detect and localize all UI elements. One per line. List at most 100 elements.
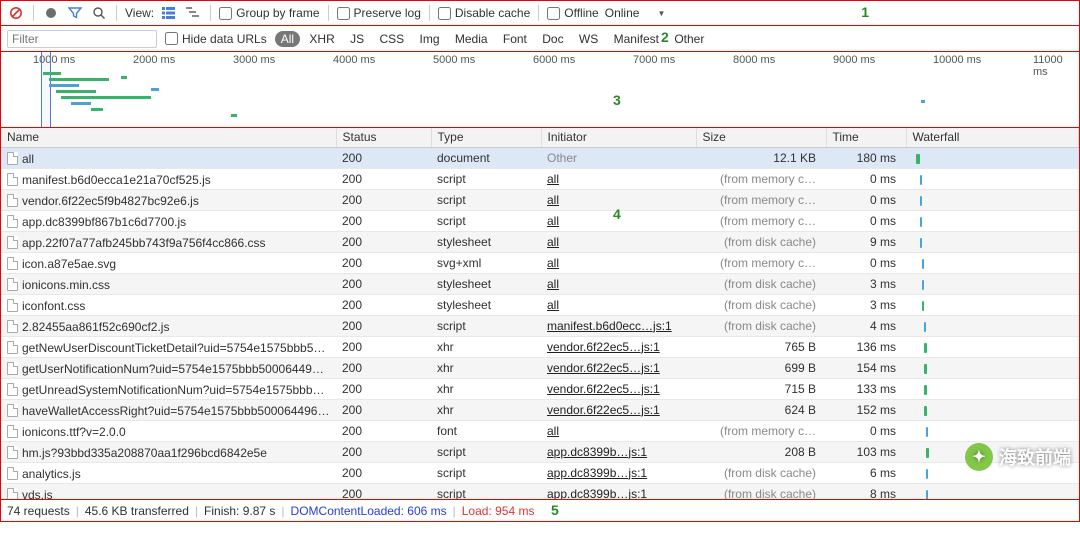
throttling-dropdown[interactable]: Online ▼ [605, 6, 666, 20]
disable-cache-checkbox[interactable]: Disable cache [438, 6, 530, 20]
cell-status: 200 [336, 441, 431, 462]
file-icon [7, 467, 18, 480]
search-icon[interactable] [90, 4, 108, 22]
filter-chip-css[interactable]: CSS [373, 31, 410, 47]
filter-chip-manifest[interactable]: Manifest [608, 31, 665, 47]
filter-chip-font[interactable]: Font [497, 31, 533, 47]
cell-initiator[interactable]: manifest.b6d0ecc…js:1 [541, 315, 696, 336]
cell-initiator[interactable]: all [541, 420, 696, 441]
cell-type: xhr [431, 378, 541, 399]
table-row[interactable]: analytics.js200scriptapp.dc8399b…js:1(fr… [1, 462, 1079, 483]
cell-name: getUnreadSystemNotificationNum?uid=5754e… [1, 378, 336, 399]
filter-chip-doc[interactable]: Doc [536, 31, 569, 47]
cell-waterfall [906, 231, 1079, 252]
table-row[interactable]: hm.js?93bbd335a208870aa1f296bcd6842e5e20… [1, 441, 1079, 462]
table-row[interactable]: iconfont.css200stylesheetall(from disk c… [1, 294, 1079, 315]
waterfall-bar [926, 448, 929, 458]
column-type[interactable]: Type [431, 128, 541, 147]
cell-initiator[interactable]: vendor.6f22ec5…js:1 [541, 357, 696, 378]
group-by-frame-checkbox[interactable]: Group by frame [219, 6, 319, 20]
timeline-tick: 8000 ms [733, 54, 775, 66]
table-row[interactable]: 2.82455aa861f52c690cf2.js200scriptmanife… [1, 315, 1079, 336]
cell-initiator[interactable]: vendor.6f22ec5…js:1 [541, 378, 696, 399]
filter-chip-xhr[interactable]: XHR [303, 31, 340, 47]
table-row[interactable]: haveWalletAccessRight?uid=5754e1575bbb50… [1, 399, 1079, 420]
table-row[interactable]: manifest.b6d0ecca1e21a70cf525.js200scrip… [1, 168, 1079, 189]
filter-chip-media[interactable]: Media [449, 31, 494, 47]
label: Disable cache [455, 6, 530, 20]
table-row[interactable]: getNewUserDiscountTicketDetail?uid=5754e… [1, 336, 1079, 357]
cell-initiator[interactable]: app.dc8399b…js:1 [541, 483, 696, 500]
record-icon[interactable] [42, 4, 60, 22]
column-size[interactable]: Size [696, 128, 826, 147]
waterfall-bar [926, 490, 928, 500]
filter-chip-all[interactable]: All [275, 31, 300, 47]
table-row[interactable]: vds.js200scriptapp.dc8399b…js:1(from dis… [1, 483, 1079, 500]
cell-initiator[interactable]: app.dc8399b…js:1 [541, 462, 696, 483]
column-status[interactable]: Status [336, 128, 431, 147]
cell-initiator[interactable]: vendor.6f22ec5…js:1 [541, 336, 696, 357]
cell-type: svg+xml [431, 252, 541, 273]
cell-waterfall [906, 420, 1079, 441]
filter-chip-other[interactable]: Other [668, 31, 710, 47]
cell-status: 200 [336, 378, 431, 399]
cell-name: app.22f07a77afb245bb743f9a756f4cc866.css [1, 231, 336, 252]
cell-time: 4 ms [826, 315, 906, 336]
cell-waterfall [906, 252, 1079, 273]
cell-time: 0 ms [826, 168, 906, 189]
hide-data-urls-checkbox[interactable]: Hide data URLs [165, 32, 267, 46]
table-row[interactable]: app.dc8399bf867b1c6d7700.js200scriptall(… [1, 210, 1079, 231]
cell-time: 103 ms [826, 441, 906, 462]
offline-checkbox[interactable]: Offline [547, 6, 598, 20]
column-waterfall[interactable]: Waterfall [906, 128, 1079, 147]
column-name[interactable]: Name [1, 128, 336, 147]
cell-initiator[interactable]: all [541, 252, 696, 273]
view-label: View: [125, 6, 154, 20]
column-time[interactable]: Time [826, 128, 906, 147]
cell-initiator[interactable]: vendor.6f22ec5…js:1 [541, 399, 696, 420]
table-row[interactable]: ionicons.ttf?v=2.0.0200fontall(from memo… [1, 420, 1079, 441]
table-row[interactable]: icon.a87e5ae.svg200svg+xmlall(from memor… [1, 252, 1079, 273]
cell-status: 200 [336, 399, 431, 420]
table-row[interactable]: vendor.6f22ec5f9b4827bc92e6.js200scripta… [1, 189, 1079, 210]
cell-status: 200 [336, 210, 431, 231]
filter-input[interactable] [7, 30, 157, 48]
cell-initiator[interactable]: all [541, 231, 696, 252]
cell-initiator[interactable]: all [541, 273, 696, 294]
filter-chip-js[interactable]: JS [344, 31, 370, 47]
stop-recording-icon[interactable] [7, 4, 25, 22]
separator [429, 5, 430, 21]
file-icon [7, 257, 18, 270]
cell-initiator[interactable]: all [541, 294, 696, 315]
table-row[interactable]: app.22f07a77afb245bb743f9a756f4cc866.css… [1, 231, 1079, 252]
table-row[interactable]: all200documentOther12.1 KB180 ms [1, 147, 1079, 168]
cell-waterfall [906, 210, 1079, 231]
separator [116, 5, 117, 21]
waterfall-bar [924, 343, 927, 353]
table-row[interactable]: getUnreadSystemNotificationNum?uid=5754e… [1, 378, 1079, 399]
filter-chip-ws[interactable]: WS [573, 31, 604, 47]
waterfall-bar [920, 175, 922, 185]
file-icon [7, 320, 18, 333]
view-list-icon[interactable] [160, 4, 178, 22]
cell-initiator[interactable]: app.dc8399b…js:1 [541, 441, 696, 462]
filter-chip-img[interactable]: Img [413, 31, 445, 47]
cell-time: 6 ms [826, 462, 906, 483]
cell-type: stylesheet [431, 231, 541, 252]
table-row[interactable]: getUserNotificationNum?uid=5754e1575bbb5… [1, 357, 1079, 378]
timeline-bar [56, 90, 96, 93]
timeline-overview[interactable]: 1000 ms2000 ms3000 ms4000 ms5000 ms6000 … [0, 52, 1080, 128]
cell-initiator[interactable]: all [541, 168, 696, 189]
timeline-bar [61, 96, 151, 99]
cell-name: haveWalletAccessRight?uid=5754e1575bbb50… [1, 399, 336, 420]
table-row[interactable]: ionicons.min.css200stylesheetall(from di… [1, 273, 1079, 294]
column-initiator[interactable]: Initiator [541, 128, 696, 147]
label: Preserve log [354, 6, 421, 20]
view-waterfall-icon[interactable] [184, 4, 202, 22]
cell-size: (from disk cache) [696, 462, 826, 483]
preserve-log-checkbox[interactable]: Preserve log [337, 6, 421, 20]
cell-status: 200 [336, 168, 431, 189]
cell-name: getNewUserDiscountTicketDetail?uid=5754e… [1, 336, 336, 357]
filter-icon[interactable] [66, 4, 84, 22]
cell-size: (from disk cache) [696, 315, 826, 336]
